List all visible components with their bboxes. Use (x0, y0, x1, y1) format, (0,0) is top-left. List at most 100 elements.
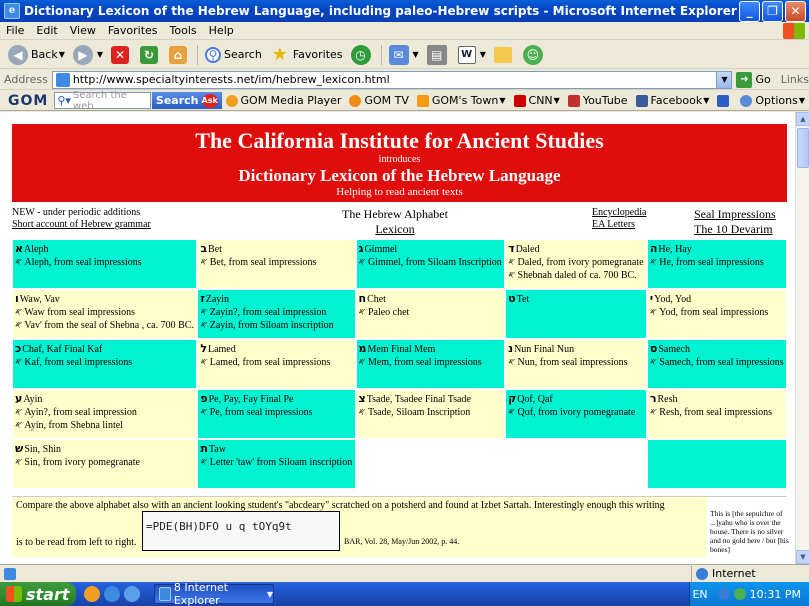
language-indicator[interactable]: EN (692, 588, 707, 601)
menu-file[interactable]: File (0, 24, 30, 37)
mail-button[interactable]: ✉ ▼ (385, 43, 423, 67)
gom-media-player-link[interactable]: GOM Media Player (222, 94, 346, 107)
goms-town-link[interactable]: GOM's Town ▼ (413, 94, 510, 107)
letter-variant-text: Zayin, from Siloam inscription (209, 320, 334, 331)
mail-dropdown-icon[interactable]: ▼ (413, 50, 419, 59)
lexicon-link[interactable]: Lexicon (375, 222, 414, 236)
alphabet-label: The Hebrew Alphabet (342, 207, 448, 221)
letter-cell: לLamed 𐤀 Lamed, from seal impressions (198, 340, 355, 388)
quick-launch-icon[interactable] (84, 586, 100, 602)
address-url[interactable]: http://www.specialtyinterests.net/im/heb… (73, 73, 717, 86)
desktop-quick-launch-icon[interactable] (124, 586, 140, 602)
gom-search-button[interactable]: Search Ask (151, 92, 222, 109)
links-button[interactable]: Links (781, 73, 809, 86)
facebook-dropdown-icon[interactable]: ▼ (703, 96, 709, 105)
paleo-glyph-icon: 𐤀 (15, 357, 23, 368)
minimize-button[interactable]: _ (739, 0, 760, 22)
town-dropdown-icon[interactable]: ▼ (499, 96, 505, 105)
letter-heading: רResh (650, 392, 784, 406)
letter-cell: הHe, Hay 𐤀 He, from seal impressions (647, 240, 786, 288)
gom-logo[interactable]: GOM (0, 93, 54, 109)
maximize-button[interactable]: ❐ (762, 0, 783, 22)
menu-view[interactable]: View (64, 24, 102, 37)
address-input[interactable]: http://www.specialtyinterests.net/im/heb… (51, 70, 733, 89)
vertical-scrollbar[interactable]: ▲ ▼ (795, 112, 809, 564)
facebook-icon (635, 94, 648, 107)
devarim-link[interactable]: The 10 Devarim (694, 222, 773, 236)
edit-word-button[interactable]: W ▼ (454, 43, 490, 67)
scroll-thumb[interactable] (797, 128, 809, 168)
menu-favorites[interactable]: Favorites (102, 24, 164, 37)
youtube-label: YouTube (582, 94, 628, 107)
clock: 10:31 PM (749, 587, 801, 601)
letter-variant-text: Paleo chet (367, 307, 410, 318)
history-button[interactable]: ◷ (347, 43, 378, 67)
paleo-glyph-icon: 𐤀 (15, 257, 23, 268)
window-titlebar[interactable]: e Dictionary Lexicon of the Hebrew Langu… (0, 0, 809, 22)
cnn-dropdown-icon[interactable]: ▼ (554, 96, 560, 105)
messenger-button[interactable]: ☺ (519, 43, 550, 67)
print-button[interactable]: ▤ (423, 43, 454, 67)
grammar-link[interactable]: Short account of Hebrew grammar (12, 219, 151, 230)
seal-impressions-link[interactable]: Seal Impressions (694, 207, 776, 221)
paleo-glyph-icon: 𐤀 (200, 407, 208, 418)
window-title: Dictionary Lexicon of the Hebrew Languag… (24, 4, 737, 18)
ie-icon: e (4, 3, 20, 19)
letter-heading: אAleph (15, 242, 194, 256)
menu-tools[interactable]: Tools (164, 24, 203, 37)
menu-edit[interactable]: Edit (30, 24, 63, 37)
gom-search-input[interactable]: ⚲▾ Search the web (54, 90, 151, 112)
youtube-link[interactable]: YouTube (564, 94, 632, 107)
letter-name: Gimmel (364, 244, 398, 255)
paleo-glyph-icon: 𐤀 (508, 407, 516, 418)
letter-variant: 𐤀 He, from seal impressions (650, 256, 784, 269)
hebrew-letter-glyph: ו (15, 292, 19, 305)
address-dropdown-icon[interactable]: ▼ (716, 71, 732, 88)
more-button[interactable] (713, 94, 736, 107)
letter-variant: 𐤀 Aleph, from seal impressions (15, 256, 194, 269)
start-button[interactable]: start (0, 582, 76, 606)
favorites-button[interactable]: ★ Favorites (266, 43, 347, 67)
media-icon[interactable] (733, 588, 746, 600)
close-button[interactable]: ✕ (785, 0, 806, 22)
encyclopedia-link[interactable]: Encyclopedia (592, 207, 646, 218)
gom-tv-link[interactable]: GOM TV (345, 94, 412, 107)
scroll-down-icon[interactable]: ▼ (796, 550, 809, 564)
paleo-glyph-icon: 𐤀 (200, 457, 208, 468)
page-viewport[interactable]: The California Institute for Ancient Stu… (0, 112, 795, 564)
menu-help[interactable]: Help (203, 24, 240, 37)
scroll-up-icon[interactable]: ▲ (796, 112, 809, 126)
side-note: This is [the sepulchre of ...]yahu who i… (710, 509, 789, 554)
forward-button[interactable]: ▶ ▼ (69, 43, 107, 67)
facebook-label: Facebook (650, 94, 703, 107)
ea-letters-link[interactable]: EA Letters (592, 219, 635, 230)
letter-cell: סSamech 𐤀 Samech, from seal impressions (647, 340, 786, 388)
search-button[interactable]: ⚲ Search (201, 43, 266, 67)
paleo-glyph-icon: 𐤀 (200, 257, 208, 268)
stop-button[interactable]: ✕ (107, 43, 136, 67)
home-button[interactable]: ⌂ (165, 43, 194, 67)
taskbar-ie-group[interactable]: 8 Internet Explorer ▼ (154, 581, 274, 606)
ie-quick-launch-icon[interactable] (104, 586, 120, 602)
forward-dropdown-icon[interactable]: ▼ (97, 50, 103, 59)
back-dropdown-icon[interactable]: ▼ (59, 50, 65, 59)
options-dropdown-icon[interactable]: ▼ (799, 96, 805, 105)
options-button[interactable]: Options ▼ (736, 94, 809, 107)
compare-text-line1: Compare the above alphabet also with an … (16, 500, 665, 511)
edit-dropdown-icon[interactable]: ▼ (480, 50, 486, 59)
back-button[interactable]: ◀ Back ▼ (4, 43, 69, 67)
paleo-glyph-icon: 𐤀 (508, 257, 516, 268)
page-banner: The California Institute for Ancient Stu… (12, 124, 787, 202)
cnn-link[interactable]: CNN ▼ (510, 94, 564, 107)
letter-name: Ayin (23, 394, 43, 405)
refresh-button[interactable]: ↻ (136, 43, 165, 67)
folder-button[interactable] (490, 43, 519, 67)
security-zone: Internet (691, 565, 809, 582)
go-button[interactable]: ➜ Go (736, 71, 771, 88)
letter-variant: 𐤀 Mem, from seal impressions (359, 356, 503, 369)
letter-name: Bet (208, 244, 222, 255)
network-icon[interactable] (717, 588, 730, 600)
letter-heading: גGimmel (359, 242, 503, 256)
facebook-link[interactable]: Facebook ▼ (632, 94, 714, 107)
folder-icon (493, 46, 512, 63)
